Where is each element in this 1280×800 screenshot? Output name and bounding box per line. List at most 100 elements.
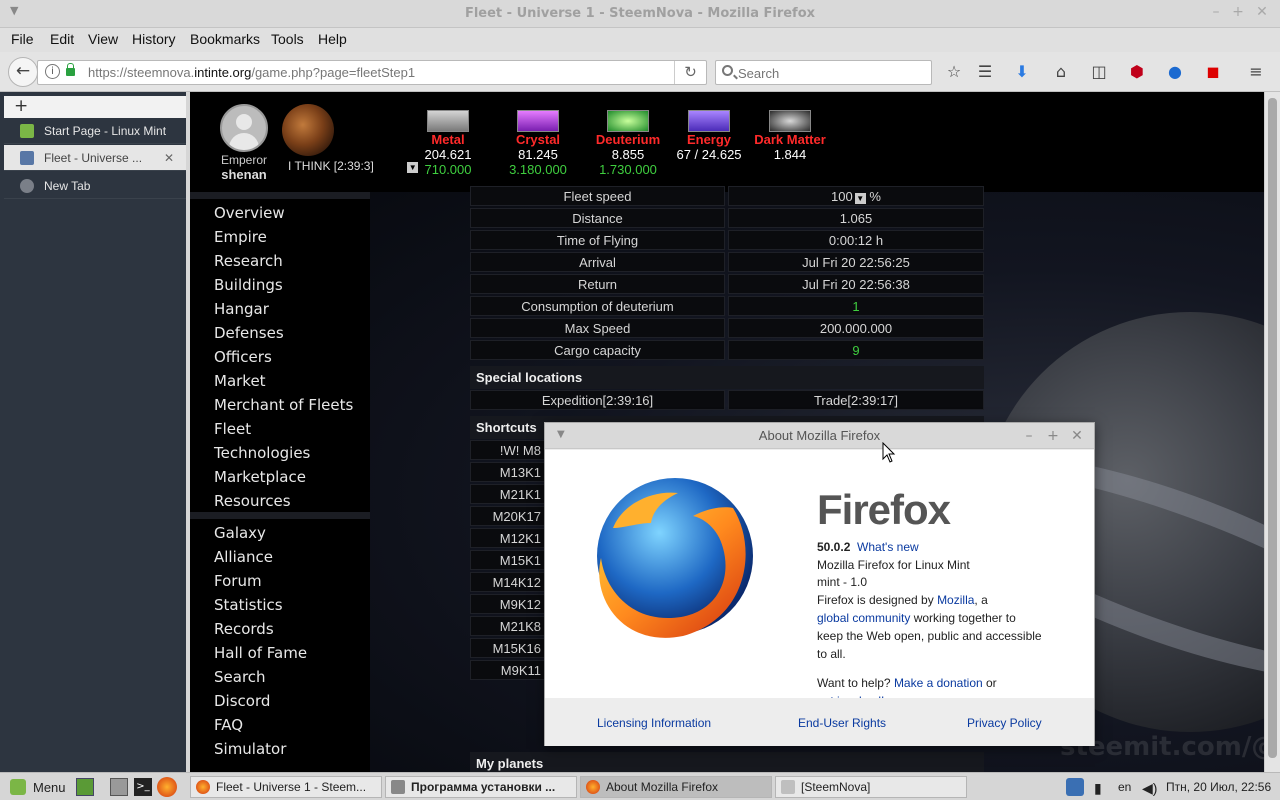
tab-close-icon[interactable]: ✕ xyxy=(164,145,174,171)
reload-icon[interactable]: ↻ xyxy=(674,61,706,84)
files-icon[interactable] xyxy=(110,778,128,796)
resource-deuterium[interactable]: Deuterium 8.855 1.730.000 xyxy=(588,110,668,177)
shortcut-item[interactable]: M21K1 xyxy=(470,484,546,504)
shortcut-item[interactable]: M13K1 xyxy=(470,462,546,482)
shortcut-item[interactable]: M12K1 xyxy=(470,528,546,548)
maximize-icon[interactable]: + xyxy=(1230,4,1246,20)
game-menu-defenses[interactable]: Defenses xyxy=(214,324,284,342)
dialog-close-icon[interactable]: ✕ xyxy=(1070,428,1084,444)
privacy-link[interactable]: Privacy Policy xyxy=(967,716,1042,730)
game-menu-officers[interactable]: Officers xyxy=(214,348,272,366)
resource-dark-matter[interactable]: Dark Matter 1.844 xyxy=(750,110,830,162)
show-desktop-icon[interactable] xyxy=(76,778,94,796)
scrollbar-thumb[interactable] xyxy=(1268,98,1277,758)
info-icon[interactable]: i xyxy=(45,64,60,79)
flash-icon[interactable]: ◼ xyxy=(1202,61,1224,83)
taskbar-window-about[interactable]: About Mozilla Firefox xyxy=(580,776,772,798)
extension-icon[interactable]: ● xyxy=(1164,61,1186,83)
dropdown-arrow-icon[interactable]: ▼ xyxy=(854,193,866,204)
terminal-icon[interactable]: >_ xyxy=(134,778,152,796)
menu-view[interactable]: View xyxy=(88,31,118,47)
clock[interactable]: Птн, 20 Июл, 22:56 xyxy=(1166,780,1271,794)
minimize-icon[interactable]: – xyxy=(1208,4,1224,20)
shortcut-item[interactable]: M15K16 xyxy=(470,638,546,658)
menu-button[interactable]: Menu xyxy=(33,780,66,795)
game-menu-buildings[interactable]: Buildings xyxy=(214,276,283,294)
expedition-link[interactable]: Expedition[2:39:16] xyxy=(470,390,725,410)
menu-tools[interactable]: Tools xyxy=(271,31,304,47)
page-scrollbar[interactable] xyxy=(1264,92,1280,772)
wifi-icon[interactable]: ▮ xyxy=(1094,780,1102,797)
shortcut-item[interactable]: M9K12 xyxy=(470,594,546,614)
game-menu-faq[interactable]: FAQ xyxy=(214,716,243,734)
planet-selector[interactable]: I THINK [2:39:3] ▼ xyxy=(288,159,419,173)
dialog-maximize-icon[interactable]: + xyxy=(1046,428,1060,444)
taskbar-window-fleet[interactable]: Fleet - Universe 1 - Steem... xyxy=(190,776,382,798)
game-menu-research[interactable]: Research xyxy=(214,252,283,270)
menu-bookmarks[interactable]: Bookmarks xyxy=(190,31,260,47)
game-menu-statistics[interactable]: Statistics xyxy=(214,596,283,614)
back-button[interactable]: ← xyxy=(8,57,38,87)
game-menu-simulator[interactable]: Simulator xyxy=(214,740,286,758)
game-menu-alliance[interactable]: Alliance xyxy=(214,548,273,566)
close-icon[interactable]: ✕ xyxy=(1254,4,1270,20)
taskbar-window-steemnova[interactable]: [SteemNova] xyxy=(775,776,967,798)
game-menu-hall-of-fame[interactable]: Hall of Fame xyxy=(214,644,307,662)
game-menu-overview[interactable]: Overview xyxy=(214,204,285,222)
taskbar-window-installer[interactable]: Программа установки ... xyxy=(385,776,577,798)
bookmarks-list-icon[interactable]: ☰ xyxy=(974,61,996,83)
home-icon[interactable]: ⌂ xyxy=(1050,61,1072,83)
shortcut-item[interactable]: !W! M8 xyxy=(470,440,546,460)
dialog-menu-icon[interactable]: ▼ xyxy=(557,429,565,440)
avatar[interactable] xyxy=(220,104,268,152)
resource-crystal[interactable]: Crystal 81.245 3.180.000 xyxy=(498,110,578,177)
shortcut-item[interactable]: M20K17 xyxy=(470,506,546,526)
game-menu-records[interactable]: Records xyxy=(214,620,274,638)
keyboard-layout[interactable]: en xyxy=(1118,780,1131,794)
donation-link[interactable]: Make a donation xyxy=(894,676,983,690)
firefox-launcher-icon[interactable] xyxy=(157,777,177,797)
shortcut-item[interactable]: M9K11 xyxy=(470,660,546,680)
ublock-icon[interactable]: ⬢ xyxy=(1126,61,1148,83)
pocket-icon[interactable]: ◫ xyxy=(1088,61,1110,83)
new-tab-button[interactable]: + xyxy=(4,96,186,118)
game-menu-technologies[interactable]: Technologies xyxy=(214,444,310,462)
tab-start-page[interactable]: Start Page - Linux Mint xyxy=(4,118,186,144)
menu-history[interactable]: History xyxy=(132,31,176,47)
mint-menu-icon[interactable] xyxy=(10,779,26,795)
game-menu-merchant-of-fleets[interactable]: Merchant of Fleets xyxy=(214,396,353,414)
mozilla-link[interactable]: Mozilla xyxy=(937,593,974,607)
game-menu-galaxy[interactable]: Galaxy xyxy=(214,524,266,542)
menu-help[interactable]: Help xyxy=(318,31,347,47)
game-menu-market[interactable]: Market xyxy=(214,372,266,390)
shortcut-item[interactable]: M15K1 xyxy=(470,550,546,570)
search-box[interactable] xyxy=(715,60,932,85)
hamburger-menu-icon[interactable]: ≡ xyxy=(1245,61,1267,83)
url-bar[interactable]: i https://steemnova.intinte.org/game.php… xyxy=(37,60,707,85)
search-input[interactable] xyxy=(738,63,918,83)
game-menu-marketplace[interactable]: Marketplace xyxy=(214,468,306,486)
tab-fleet[interactable]: Fleet - Universe ... ✕ xyxy=(4,145,186,171)
game-menu-fleet[interactable]: Fleet xyxy=(214,420,251,438)
menu-file[interactable]: File xyxy=(11,31,34,47)
shortcut-item[interactable]: M14K12 xyxy=(470,572,546,592)
volume-icon[interactable]: ◀) xyxy=(1142,780,1157,797)
trade-link[interactable]: Trade[2:39:17] xyxy=(728,390,984,410)
tab-new-tab[interactable]: New Tab xyxy=(4,173,186,199)
lock-icon[interactable] xyxy=(66,63,75,76)
resource-metal[interactable]: Metal 204.621 710.000 xyxy=(408,110,488,177)
game-menu-hangar[interactable]: Hangar xyxy=(214,300,269,318)
whats-new-link[interactable]: What's new xyxy=(857,540,919,554)
downloads-icon[interactable]: ⬇ xyxy=(1011,61,1033,83)
fleet-speed-select[interactable]: 100 ▼ xyxy=(831,189,866,204)
global-community-link[interactable]: global community xyxy=(817,611,910,625)
url-text[interactable]: https://steemnova.intinte.org/game.php?p… xyxy=(88,65,415,80)
game-menu-search[interactable]: Search xyxy=(214,668,266,686)
eula-link[interactable]: End-User Rights xyxy=(798,716,886,730)
licensing-link[interactable]: Licensing Information xyxy=(597,716,711,730)
resource-energy[interactable]: Energy 67 / 24.625 xyxy=(669,110,749,162)
menu-edit[interactable]: Edit xyxy=(50,31,74,47)
game-menu-empire[interactable]: Empire xyxy=(214,228,267,246)
game-menu-forum[interactable]: Forum xyxy=(214,572,262,590)
shield-icon[interactable] xyxy=(1066,778,1084,796)
